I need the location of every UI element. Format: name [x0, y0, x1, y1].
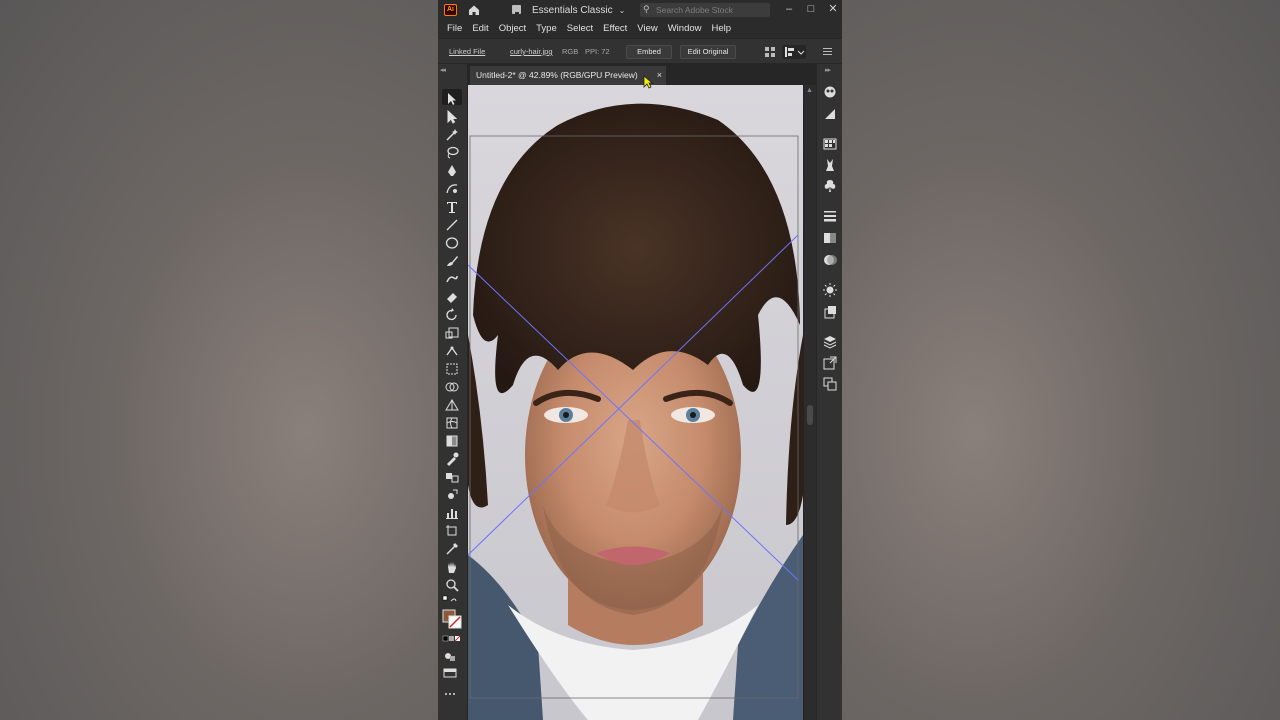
edit-original-button[interactable]: Edit Original: [680, 45, 736, 59]
panel-dock: ▸▸: [816, 64, 842, 720]
width-tool-icon[interactable]: [444, 343, 460, 357]
rotate-tool-icon[interactable]: [444, 307, 460, 321]
magic-wand-tool-icon[interactable]: [444, 127, 460, 141]
menu-help[interactable]: Help: [707, 20, 737, 38]
curvature-tool-icon[interactable]: [444, 181, 460, 195]
selection-tool-icon[interactable]: [444, 91, 460, 105]
pen-tool-icon[interactable]: [444, 163, 460, 177]
more-tools-icon[interactable]: [442, 691, 464, 705]
menu-select[interactable]: Select: [562, 20, 598, 38]
chevron-down-icon: ⌄: [618, 5, 626, 15]
line-segment-tool-icon[interactable]: [444, 217, 460, 231]
menu-effect[interactable]: Effect: [598, 20, 632, 38]
search-icon: ⚲: [643, 4, 650, 14]
zoom-tool-icon[interactable]: [444, 577, 460, 592]
eraser-tool-icon[interactable]: [444, 289, 460, 303]
stroke-icon[interactable]: [822, 208, 838, 222]
title-bar: Ai Essentials Classic ⌄ ⚲ Search Adobe S…: [438, 0, 842, 20]
type-tool-icon[interactable]: [444, 199, 460, 213]
embed-button[interactable]: Embed: [626, 45, 672, 59]
hand-tool-icon[interactable]: [444, 559, 460, 573]
scale-tool-icon[interactable]: [444, 325, 460, 339]
workspace-label: Essentials Classic: [532, 4, 613, 16]
document-tab-title: Untitled-2* @ 42.89% (RGB/GPU Preview): [476, 70, 638, 80]
expand-panels-icon[interactable]: ▸▸: [825, 66, 831, 74]
share-icon[interactable]: [510, 3, 524, 17]
canvas[interactable]: ▲: [468, 85, 816, 720]
color-mode-label: RGB: [562, 47, 579, 56]
swatches-icon[interactable]: [822, 136, 838, 150]
brushes-icon[interactable]: [822, 157, 838, 171]
blend-tool-icon[interactable]: [444, 469, 460, 483]
shaper-tool-icon[interactable]: [444, 271, 460, 285]
minimize-button[interactable]: –: [779, 0, 799, 20]
appearance-icon[interactable]: [822, 282, 838, 297]
mesh-tool-icon[interactable]: [444, 415, 460, 429]
illustrator-window: Ai Essentials Classic ⌄ ⚲ Search Adobe S…: [438, 0, 842, 720]
symbols-icon[interactable]: [822, 178, 838, 192]
transform-icon[interactable]: [782, 45, 806, 59]
fill-swatch[interactable]: [442, 609, 464, 629]
menu-object[interactable]: Object: [494, 20, 531, 38]
menu-view[interactable]: View: [632, 20, 662, 38]
color-guide-icon[interactable]: [822, 106, 838, 120]
transparency-icon[interactable]: [822, 252, 838, 266]
vertical-scrollbar[interactable]: ▲: [803, 85, 816, 720]
mouse-cursor-icon: [643, 75, 654, 92]
direct-selection-tool-icon[interactable]: [444, 109, 460, 124]
slice-tool-icon[interactable]: [444, 541, 460, 555]
close-icon[interactable]: ×: [657, 66, 662, 85]
placed-image[interactable]: [468, 85, 803, 720]
color-panel-icon[interactable]: [822, 84, 838, 98]
document-tab[interactable]: Untitled-2* @ 42.89% (RGB/GPU Preview) ×: [470, 66, 666, 85]
app-logo: Ai: [444, 4, 457, 16]
menu-file[interactable]: File: [442, 20, 467, 38]
document-tab-bar: Untitled-2* @ 42.89% (RGB/GPU Preview) ×: [468, 64, 816, 85]
ppi-label: PPI: 72: [585, 47, 610, 56]
free-transform-tool-icon[interactable]: [444, 361, 460, 375]
collapse-arrows-icon[interactable]: ◂◂: [440, 66, 446, 74]
search-placeholder: Search Adobe Stock: [656, 5, 734, 15]
artboards-panel-icon[interactable]: [822, 376, 838, 391]
gradient-tool-icon[interactable]: [444, 433, 460, 447]
menu-edit[interactable]: Edit: [467, 20, 493, 38]
scrollbar-thumb[interactable]: [807, 405, 813, 425]
artboard-tool-icon[interactable]: [444, 523, 460, 537]
eyedropper-tool-icon[interactable]: [444, 451, 460, 466]
menu-type[interactable]: Type: [531, 20, 562, 38]
lasso-tool-icon[interactable]: [444, 145, 460, 159]
background-blur-right: [842, 0, 1280, 720]
background-blur-left: [0, 0, 438, 720]
control-bar: Linked File curly-hair.jpg RGB PPI: 72 E…: [438, 38, 842, 64]
color-mode-icons[interactable]: [442, 635, 464, 649]
panel-menu-icon[interactable]: [822, 46, 833, 60]
linked-file-name[interactable]: curly-hair.jpg: [510, 47, 553, 56]
align-icon[interactable]: [764, 46, 776, 61]
close-window-button[interactable]: ✕: [823, 0, 842, 20]
layers-icon[interactable]: [822, 334, 838, 349]
graphic-styles-icon[interactable]: [822, 304, 838, 319]
symbol-sprayer-tool-icon[interactable]: [444, 487, 460, 501]
search-stock-input[interactable]: ⚲ Search Adobe Stock: [640, 3, 770, 17]
default-fill-stroke-icon[interactable]: [442, 595, 464, 609]
menu-window[interactable]: Window: [663, 20, 707, 38]
home-icon[interactable]: [467, 3, 481, 17]
ellipse-tool-icon[interactable]: [444, 235, 460, 249]
paintbrush-tool-icon[interactable]: [444, 253, 460, 267]
linked-file-label[interactable]: Linked File: [449, 47, 485, 56]
perspective-grid-tool-icon[interactable]: [444, 397, 460, 411]
workspace-switcher[interactable]: Essentials Classic ⌄: [532, 2, 625, 18]
asset-export-icon[interactable]: [822, 355, 838, 370]
screen-mode-icon[interactable]: [442, 667, 464, 681]
menu-bar: File Edit Object Type Select Effect View…: [438, 20, 842, 38]
tools-panel: ◂◂: [438, 64, 468, 720]
draw-mode-icon[interactable]: [442, 650, 464, 664]
maximize-button[interactable]: □: [801, 0, 821, 20]
column-graph-tool-icon[interactable]: [444, 505, 460, 519]
shape-builder-tool-icon[interactable]: [444, 379, 460, 393]
gradient-panel-icon[interactable]: [822, 230, 838, 244]
